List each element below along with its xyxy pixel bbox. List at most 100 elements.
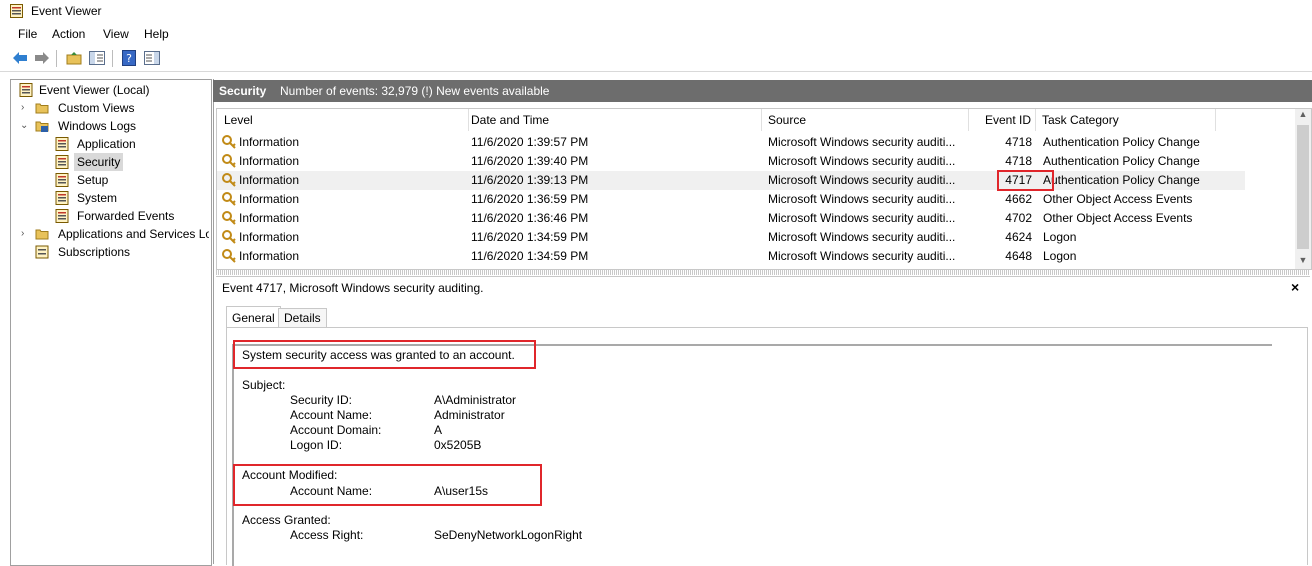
menu-action[interactable]: Action — [52, 27, 85, 41]
menu-help[interactable]: Help — [144, 27, 169, 41]
scroll-down-icon[interactable]: ▼ — [1295, 255, 1311, 269]
column-header-date[interactable]: Date and Time — [469, 109, 762, 131]
tree-label: Application — [77, 137, 136, 151]
subscriptions-icon — [35, 245, 49, 259]
tree-label: System — [77, 191, 118, 205]
security-id-label: Security ID: — [290, 393, 353, 407]
cell-event-id: 4702 — [1005, 211, 1032, 225]
table-row[interactable]: Information 11/6/2020 1:36:46 PM Microsoft… — [217, 209, 1245, 228]
toolbar: ? — [0, 45, 1312, 72]
cell-source: Microsoft Windows security auditi... — [768, 211, 956, 225]
cell-task-category: Authentication Policy Change — [1043, 135, 1200, 149]
cell-event-id: 4648 — [1005, 249, 1032, 263]
tree-item-applications-and-services[interactable]: › Applications and Services Lo — [15, 225, 209, 243]
account-domain-label: Account Domain: — [290, 423, 382, 437]
show-hide-action-pane-icon[interactable] — [143, 49, 161, 67]
tree-label: Windows Logs — [58, 119, 137, 133]
tab-details[interactable]: Details — [278, 308, 327, 328]
tree-label: Forwarded Events — [77, 209, 175, 223]
subject-heading: Subject: — [242, 378, 286, 392]
highlight-box — [997, 170, 1054, 191]
security-id-value: A\Administrator — [434, 393, 517, 407]
cell-level: Information — [239, 192, 300, 206]
window-title: Event Viewer — [31, 4, 102, 18]
tree-item-application[interactable]: Application — [15, 135, 205, 153]
log-icon — [55, 209, 69, 223]
highlight-box — [233, 464, 542, 506]
logon-id-value: 0x5205B — [434, 438, 482, 452]
scrollbar-thumb[interactable] — [1297, 125, 1309, 249]
cell-task-category: Authentication Policy Change — [1043, 173, 1200, 187]
cell-event-id: 4624 — [1005, 230, 1032, 244]
logon-id-label: Logon ID: — [290, 438, 343, 452]
scroll-up-icon[interactable]: ▲ — [1295, 109, 1311, 123]
table-row[interactable]: Information 11/6/2020 1:36:59 PM Microsoft… — [217, 190, 1245, 209]
console-tree: Event Viewer (Local) › Custom Views ⌄ Wi… — [10, 79, 212, 566]
chevron-right-icon[interactable]: › — [21, 99, 31, 117]
forward-arrow-icon[interactable] — [33, 49, 51, 67]
cell-level: Information — [239, 249, 300, 263]
cell-date: 11/6/2020 1:36:59 PM — [471, 192, 589, 206]
svg-text:?: ? — [126, 52, 132, 65]
menu-view[interactable]: View — [103, 27, 129, 41]
column-header-level[interactable]: Level — [217, 109, 469, 131]
tab-general[interactable]: General — [226, 306, 281, 328]
table-row[interactable]: Information 11/6/2020 1:39:40 PM Microsoft… — [217, 152, 1245, 171]
folder-icon — [35, 103, 49, 114]
tree-label: Event Viewer (Local) — [39, 83, 150, 97]
chevron-down-icon[interactable]: ⌄ — [20, 117, 30, 135]
close-icon[interactable]: × — [1291, 279, 1299, 295]
cell-level: Information — [239, 230, 300, 244]
vertical-scrollbar[interactable]: ▲ ▼ — [1295, 109, 1311, 269]
folder-icon — [35, 229, 49, 240]
tree-item-setup[interactable]: Setup — [15, 171, 205, 189]
account-domain-value: A — [434, 423, 443, 437]
help-icon[interactable]: ? — [120, 49, 138, 67]
account-name-label: Account Name: — [290, 408, 373, 422]
tree-label: Setup — [77, 173, 109, 187]
tree-item-custom-views[interactable]: › Custom Views — [15, 99, 205, 117]
cell-event-id: 4718 — [1005, 135, 1032, 149]
cell-level: Information — [239, 173, 300, 187]
cell-level: Information — [239, 154, 300, 168]
column-header-task-category[interactable]: Task Category — [1036, 109, 1216, 131]
back-arrow-icon[interactable] — [11, 49, 29, 67]
event-viewer-icon — [19, 83, 33, 97]
cell-task-category: Logon — [1043, 249, 1077, 263]
cell-date: 11/6/2020 1:36:46 PM — [471, 211, 589, 225]
cell-date: 11/6/2020 1:39:57 PM — [471, 135, 589, 149]
cell-event-id: 4718 — [1005, 154, 1032, 168]
tree-label: Subscriptions — [58, 245, 131, 259]
log-title: Security — [219, 84, 267, 98]
table-row[interactable]: Information 11/6/2020 1:39:57 PM Microsoft… — [217, 133, 1245, 152]
show-hide-tree-icon[interactable] — [88, 49, 106, 67]
tree-item-event-viewer-local[interactable]: Event Viewer (Local) — [15, 81, 205, 99]
menu-bar: File Action View Help — [0, 24, 1312, 44]
table-row[interactable]: Information 11/6/2020 1:34:59 PM Microsoft… — [217, 247, 1245, 266]
tree-item-subscriptions[interactable]: Subscriptions — [15, 243, 205, 261]
tree-label: Security — [74, 153, 124, 171]
tree-item-windows-logs[interactable]: ⌄ Windows Logs — [15, 117, 205, 135]
up-folder-icon[interactable] — [65, 49, 83, 67]
cell-event-id: 4662 — [1005, 192, 1032, 206]
table-row[interactable]: Information 11/6/2020 1:34:59 PM Microsoft… — [217, 228, 1245, 247]
tree-item-security[interactable]: Security — [15, 153, 205, 171]
cell-level: Information — [239, 211, 300, 225]
log-header-bar: Security Number of events: 32,979 (!) Ne… — [213, 80, 1312, 102]
title-bar: Event Viewer — [0, 0, 1312, 22]
access-granted-heading: Access Granted: — [242, 513, 331, 527]
pane-splitter[interactable] — [216, 270, 1310, 275]
cell-source: Microsoft Windows security auditi... — [768, 230, 956, 244]
tree-item-system[interactable]: System — [15, 189, 205, 207]
menu-file[interactable]: File — [18, 27, 37, 41]
table-row[interactable]: Information 11/6/2020 1:39:13 PM Microsoft… — [217, 171, 1245, 190]
log-summary: Number of events: 32,979 (!) New events … — [280, 84, 550, 98]
cell-date: 11/6/2020 1:34:59 PM — [471, 230, 589, 244]
column-header-source[interactable]: Source — [762, 109, 969, 131]
tree-item-forwarded-events[interactable]: Forwarded Events — [15, 207, 205, 225]
column-header-event-id[interactable]: Event ID — [969, 109, 1036, 131]
access-right-label: Access Right: — [290, 528, 364, 542]
chevron-right-icon[interactable]: › — [21, 225, 31, 243]
information-icon — [221, 248, 237, 269]
log-icon — [55, 155, 69, 169]
